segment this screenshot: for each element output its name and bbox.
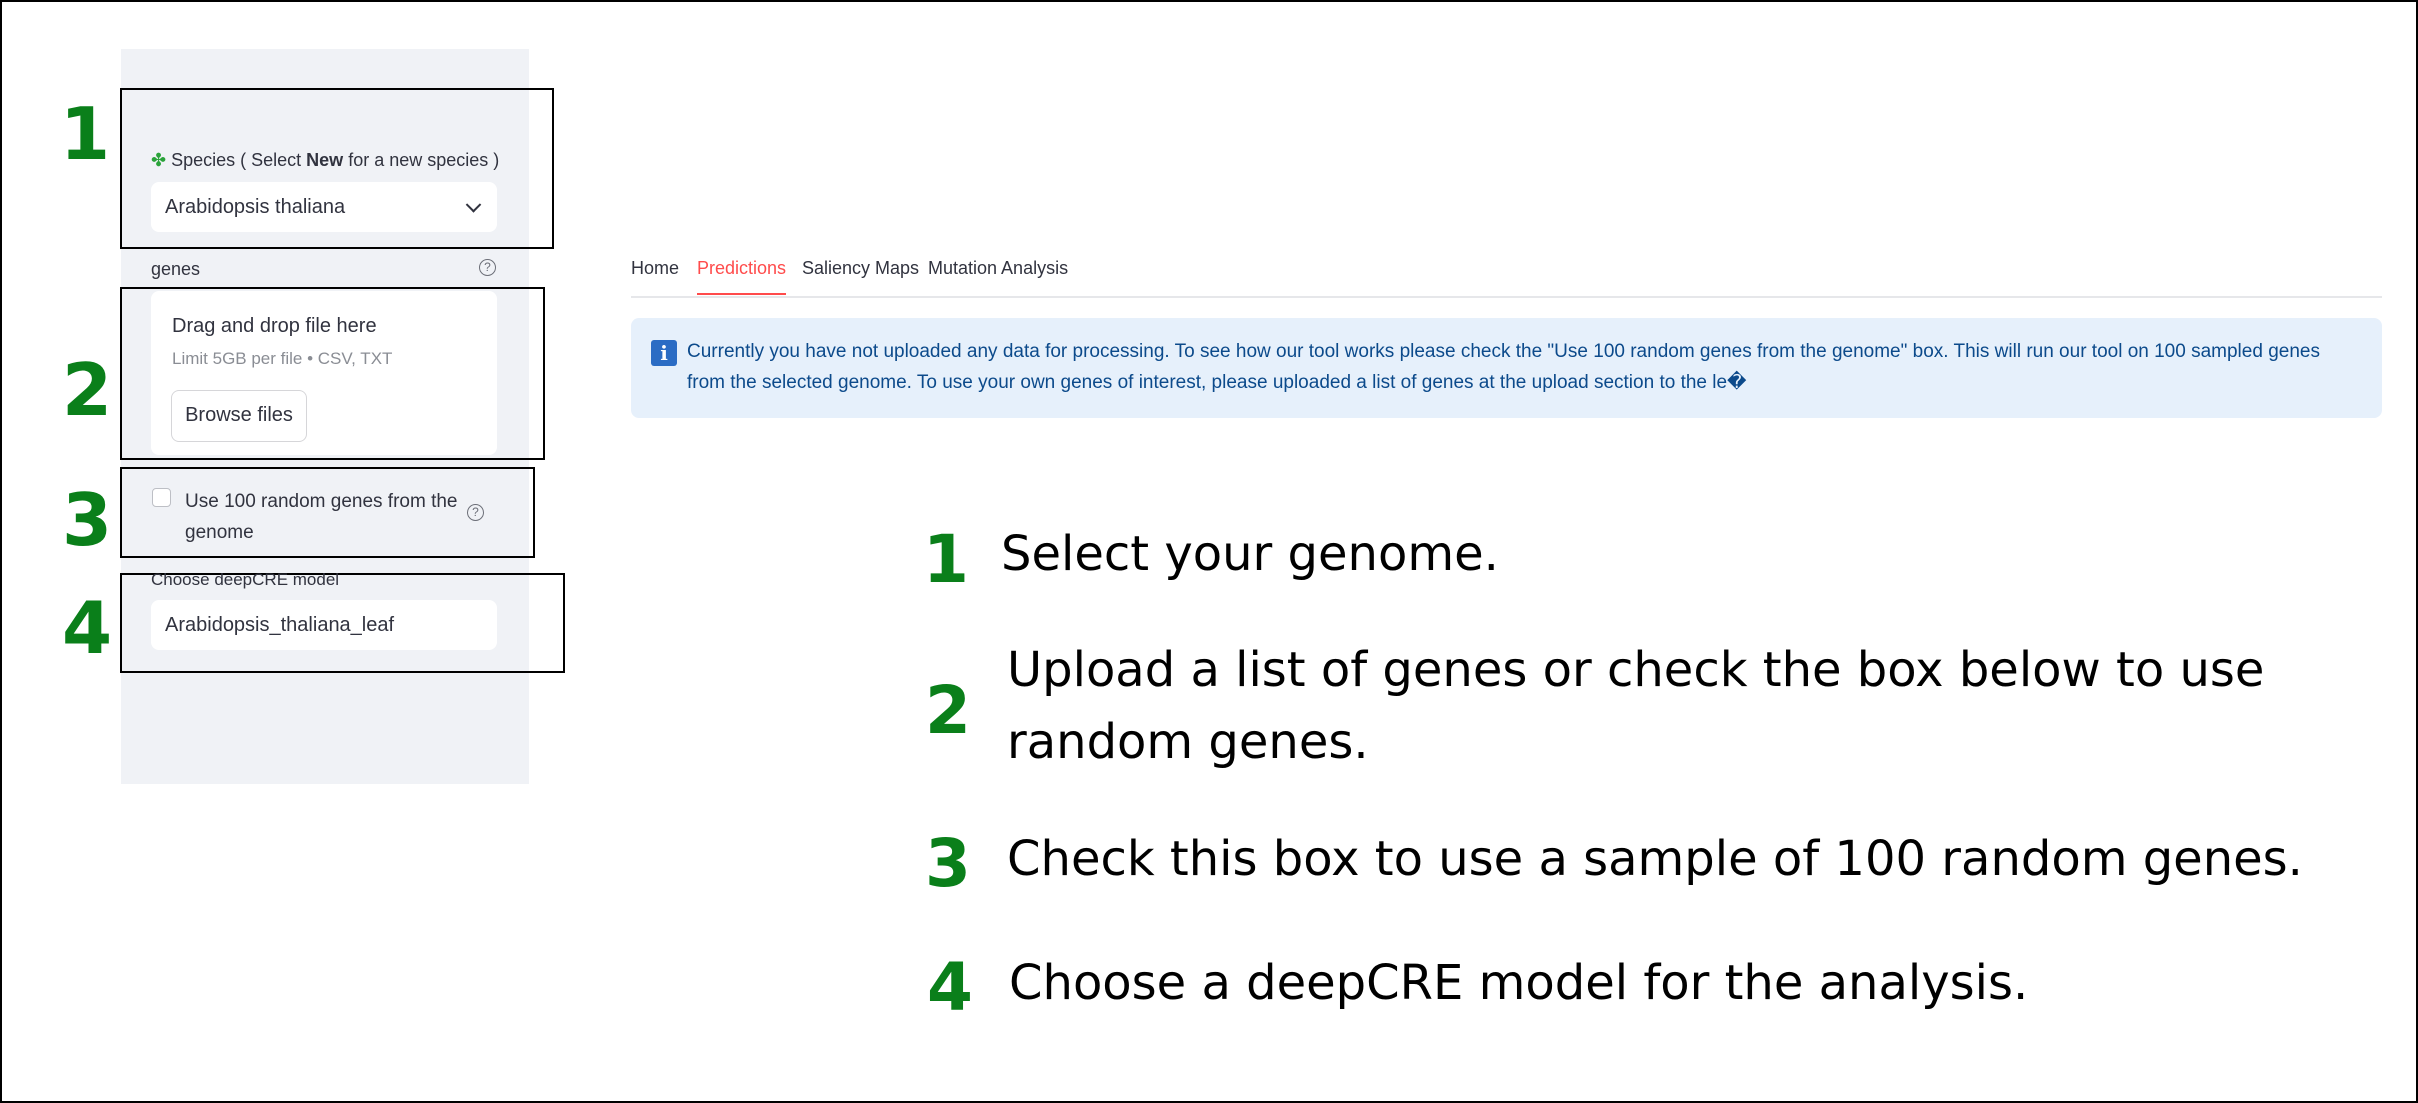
genes-label: genes <box>151 259 201 279</box>
random-genes-help-icon[interactable]: ? <box>467 504 484 521</box>
instruction-1: Select your genome. <box>1001 526 1499 582</box>
model-select[interactable]: Arabidopsis_thaliana_leaf <box>151 600 497 650</box>
instruction-number-2: 2 <box>925 672 971 749</box>
tab-bar: Home Predictions Saliency Maps Mutation … <box>631 250 2382 298</box>
chevron-down-icon <box>465 197 482 213</box>
step-marker-3: 3 <box>62 478 113 562</box>
species-select[interactable]: Arabidopsis thaliana <box>151 182 497 232</box>
instruction-4: Choose a deepCRE model for the analysis. <box>1009 955 2029 1011</box>
tab-saliency-maps[interactable]: Saliency Maps <box>802 258 919 293</box>
species-select-value: Arabidopsis thaliana <box>165 195 346 218</box>
dropzone-limit: Limit 5GB per file • CSV, TXT <box>172 349 393 368</box>
info-alert-text: Currently you have not uploaded any data… <box>687 341 2320 393</box>
tab-mutation-analysis[interactable]: Mutation Analysis <box>928 258 1068 293</box>
info-icon: i <box>651 340 677 366</box>
step-marker-1: 1 <box>60 92 111 176</box>
model-label: Choose deepCRE model <box>151 570 340 589</box>
random-genes-label: Use 100 random genes from the genome <box>185 491 458 543</box>
tab-home[interactable]: Home <box>631 258 679 293</box>
browse-files-button[interactable]: Browse files <box>171 390 307 442</box>
instruction-number-1: 1 <box>923 521 969 598</box>
model-select-value: Arabidopsis_thaliana_leaf <box>165 613 395 636</box>
instruction-3: Check this box to use a sample of 100 ra… <box>1007 831 2303 887</box>
tab-predictions[interactable]: Predictions <box>697 258 787 295</box>
step-marker-2: 2 <box>62 348 113 432</box>
instruction-number-4: 4 <box>927 949 973 1026</box>
clover-icon: ✤ <box>151 150 167 170</box>
dropzone-title: Drag and drop file here <box>172 315 377 337</box>
instruction-number-3: 3 <box>925 825 971 902</box>
instruction-2: Upload a list of genes or check the box … <box>1007 642 2265 770</box>
species-label: ✤ Species ( Select New for a new species… <box>151 150 500 170</box>
random-genes-checkbox[interactable] <box>152 488 171 507</box>
genes-help-icon[interactable]: ? <box>479 259 496 276</box>
info-alert: i Currently you have not uploaded any da… <box>631 318 2382 418</box>
step-marker-4: 4 <box>62 586 113 670</box>
